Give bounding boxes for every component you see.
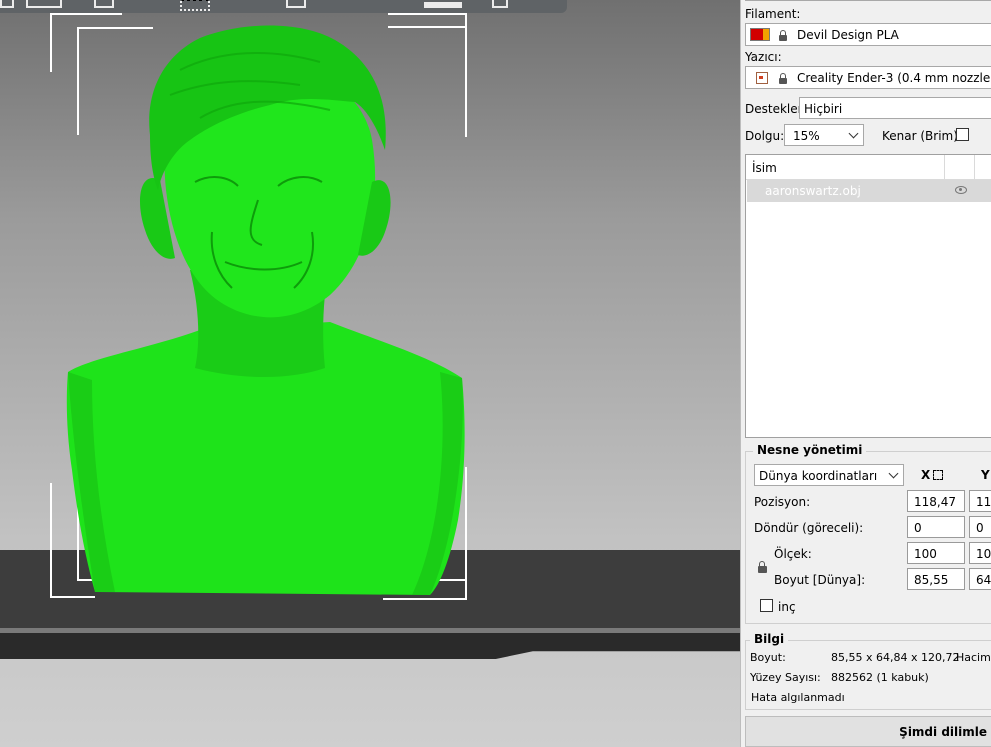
coordinate-system-combo[interactable]: Dünya koordinatları bbox=[754, 464, 904, 486]
3d-model-bust[interactable] bbox=[0, 0, 740, 747]
scale-label: Ölçek: bbox=[774, 547, 812, 561]
info-title: Bilgi bbox=[750, 632, 789, 646]
axis-y-header: Y bbox=[981, 468, 990, 482]
chevron-down-icon bbox=[848, 128, 859, 139]
filament-combo[interactable]: Devil Design PLA bbox=[745, 23, 991, 46]
inch-label: inç bbox=[778, 600, 796, 614]
rotate-x-value: 0 bbox=[914, 521, 922, 535]
infill-value: 15% bbox=[793, 129, 820, 143]
right-sidebar: Filament: Devil Design PLA Yazıcı: Creal… bbox=[740, 0, 991, 747]
supports-combo[interactable]: Hiçbiri bbox=[799, 97, 991, 119]
3d-viewport[interactable] bbox=[0, 0, 740, 747]
lock-icon[interactable] bbox=[758, 561, 767, 573]
object-manipulation-title: Nesne yönetimi bbox=[753, 443, 867, 457]
slice-now-button[interactable]: Şimdi dilimle bbox=[745, 716, 991, 747]
size-label: Boyut [Dünya]: bbox=[774, 573, 866, 587]
info-volume-label: Hacim bbox=[956, 651, 991, 664]
info-size-label: Boyut: bbox=[750, 651, 786, 664]
printer-combo[interactable]: Creality Ender-3 (0.4 mm nozzle) bbox=[745, 66, 991, 89]
printer-value: Creality Ender-3 (0.4 mm nozzle) bbox=[797, 71, 991, 85]
position-label: Pozisyon: bbox=[754, 495, 811, 509]
rotate-label: Döndür (göreceli): bbox=[754, 521, 864, 535]
divider bbox=[745, 0, 991, 1]
rotate-y-input[interactable]: 0 bbox=[969, 516, 991, 538]
column-header-name[interactable]: İsim bbox=[752, 161, 777, 175]
size-x-input[interactable]: 85,55 bbox=[907, 568, 965, 590]
column-separator bbox=[974, 155, 975, 180]
size-y-input[interactable]: 64, bbox=[969, 568, 991, 590]
infill-label: Dolgu: bbox=[745, 129, 785, 143]
axis-x-icon bbox=[933, 470, 944, 480]
filament-swatch-icon bbox=[750, 28, 770, 41]
infill-combo[interactable]: 15% bbox=[784, 124, 864, 146]
info-errors-text: Hata algılanmadı bbox=[751, 691, 845, 704]
rotate-y-value: 0 bbox=[976, 521, 984, 535]
info-facets-label: Yüzey Sayısı: bbox=[750, 671, 821, 684]
eye-icon[interactable] bbox=[955, 186, 967, 194]
column-separator bbox=[944, 155, 945, 180]
position-x-input[interactable]: 118,47 bbox=[907, 490, 965, 512]
object-list[interactable]: İsim aaronswartz.obj bbox=[745, 154, 991, 438]
axis-x-label: X bbox=[921, 468, 931, 482]
object-name: aaronswartz.obj bbox=[765, 184, 861, 198]
brim-label: Kenar (Brim): bbox=[882, 129, 962, 143]
info-size-value: 85,55 x 64,84 x 120,72 bbox=[831, 651, 960, 664]
rotate-x-input[interactable]: 0 bbox=[907, 516, 965, 538]
supports-label: Destekler: bbox=[745, 102, 807, 116]
lock-icon bbox=[779, 73, 787, 84]
chevron-down-icon bbox=[888, 468, 899, 479]
position-x-value: 118,47 bbox=[914, 495, 956, 509]
printer-label: Yazıcı: bbox=[745, 50, 782, 64]
slice-now-label: Şimdi dilimle bbox=[899, 725, 987, 739]
axis-x-header: X bbox=[921, 468, 944, 482]
brim-checkbox[interactable] bbox=[956, 128, 969, 141]
filament-value: Devil Design PLA bbox=[797, 28, 899, 42]
scale-y-input[interactable]: 100 bbox=[969, 542, 991, 564]
position-y-value: 114 bbox=[976, 495, 991, 509]
inch-checkbox[interactable] bbox=[760, 599, 773, 612]
scale-x-input[interactable]: 100 bbox=[907, 542, 965, 564]
list-item[interactable]: aaronswartz.obj bbox=[747, 180, 991, 202]
filament-label: Filament: bbox=[745, 7, 801, 21]
size-x-value: 85,55 bbox=[914, 573, 949, 587]
coordinate-system-value: Dünya koordinatları bbox=[759, 469, 878, 483]
printer-icon bbox=[756, 72, 768, 84]
lock-icon bbox=[779, 30, 787, 41]
scale-y-value: 100 bbox=[976, 547, 991, 561]
supports-value: Hiçbiri bbox=[804, 102, 843, 116]
info-facets-value: 882562 (1 kabuk) bbox=[831, 671, 929, 684]
position-y-input[interactable]: 114 bbox=[969, 490, 991, 512]
size-y-value: 64, bbox=[976, 573, 991, 587]
scale-x-value: 100 bbox=[914, 547, 937, 561]
